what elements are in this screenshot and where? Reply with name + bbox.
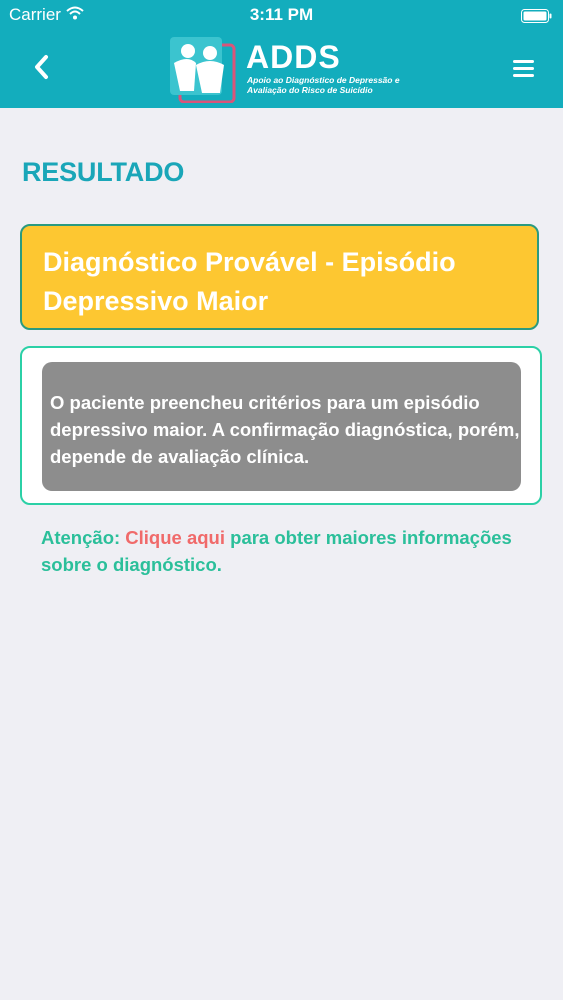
app-header: Carrier 3:11 PM ADDS Apoio ao Diagnóstic… — [0, 0, 563, 108]
logo-subtitle-line2: Avaliação do Risco de Suicídio — [247, 85, 373, 95]
logo-subtitle-line1: Apoio ao Diagnóstico de Depressão e — [247, 75, 400, 85]
diagnosis-description: O paciente preencheu critérios para um e… — [50, 392, 520, 467]
page-title: RESULTADO — [22, 157, 185, 187]
nav-bar: ADDS Apoio ao Diagnóstico de Depressão e… — [0, 30, 563, 108]
hamburger-menu-icon — [513, 60, 534, 77]
status-bar: Carrier 3:11 PM — [0, 0, 563, 30]
chevron-left-icon — [35, 55, 48, 79]
status-time: 3:11 PM — [249, 5, 314, 24]
more-info-link[interactable]: Clique aqui — [125, 527, 225, 548]
back-button[interactable] — [24, 47, 60, 87]
diagnosis-card: Diagnóstico Provável - Episódio Depressi… — [20, 224, 539, 330]
info-inner-box: O paciente preencheu critérios para um e… — [42, 362, 521, 491]
info-card: O paciente preencheu critérios para um e… — [20, 346, 542, 505]
logo-icon — [168, 33, 236, 104]
battery-icon — [521, 8, 553, 23]
logo-subtitle: Apoio ao Diagnóstico de Depressão e Aval… — [247, 75, 400, 95]
diagnosis-text: Diagnóstico Provável - Episódio Depressi… — [43, 247, 456, 316]
logo-title: ADDS — [246, 39, 341, 75]
menu-button[interactable] — [503, 50, 543, 86]
app-logo: ADDS Apoio ao Diagnóstico de Depressão e… — [168, 33, 408, 105]
attention-note: Atenção: Clique aqui para obter maiores … — [41, 524, 541, 578]
attention-label: Atenção: — [41, 527, 121, 548]
